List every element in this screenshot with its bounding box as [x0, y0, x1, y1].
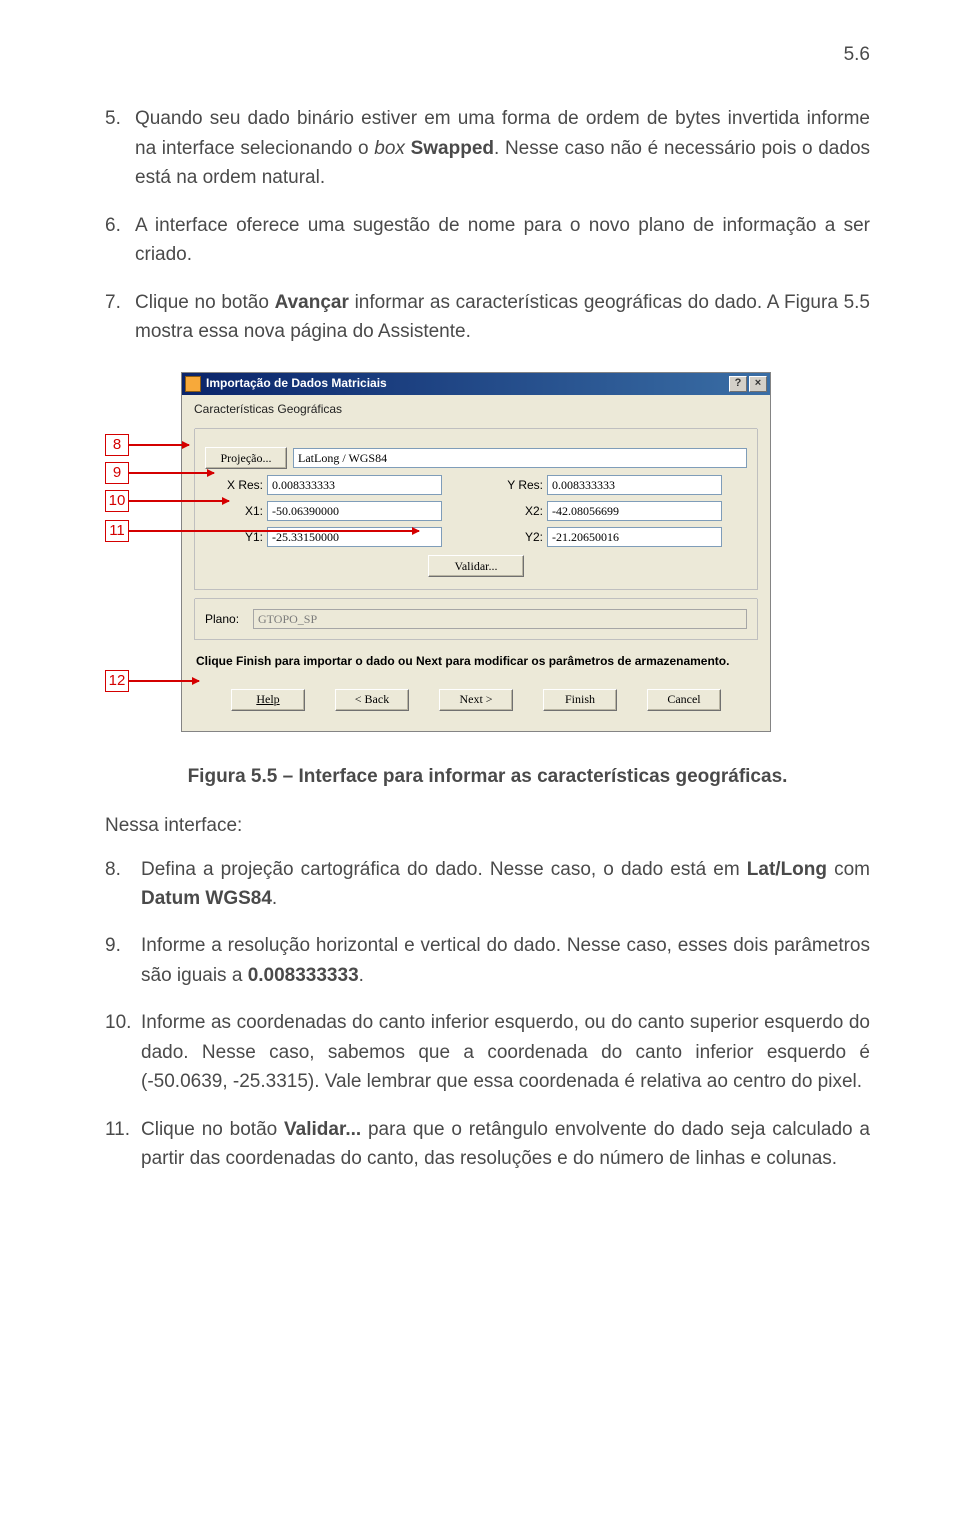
- groupbox-plano: Plano:: [194, 598, 758, 640]
- row-resolution: X Res: Y Res:: [205, 475, 747, 495]
- cancel-button[interactable]: Cancel: [647, 689, 721, 711]
- app-icon: [185, 376, 201, 392]
- xres-input[interactable]: [267, 475, 442, 495]
- dialog-importacao: Importação de Dados Matriciais ? × Carac…: [181, 372, 771, 732]
- projection-value[interactable]: [293, 448, 747, 468]
- list-item-6: 6. A interface oferece uma sugestão de n…: [105, 211, 870, 270]
- validar-button[interactable]: Validar...: [428, 555, 524, 577]
- item-number: 11.: [105, 1115, 141, 1174]
- item-number: 9.: [105, 931, 141, 990]
- x2-input[interactable]: [547, 501, 722, 521]
- row-projection: Projeção...: [205, 447, 747, 469]
- figure-5-5: Importação de Dados Matriciais ? × Carac…: [105, 372, 870, 732]
- item-text: A interface oferece uma sugestão de nome…: [135, 211, 870, 270]
- item-text: Defina a projeção cartográfica do dado. …: [141, 855, 870, 914]
- yres-input[interactable]: [547, 475, 722, 495]
- item-text: Clique no botão Validar... para que o re…: [141, 1115, 870, 1174]
- x1-label: X1:: [205, 502, 267, 521]
- y2-label: Y2:: [492, 528, 547, 547]
- dialog-subtitle: Características Geográficas: [182, 395, 770, 429]
- y1-input[interactable]: [267, 527, 442, 547]
- list-item-5: 5. Quando seu dado binário estiver em um…: [105, 104, 870, 192]
- dialog-title: Importação de Dados Matriciais: [206, 374, 387, 393]
- page-number: 5.6: [105, 40, 870, 69]
- projection-button[interactable]: Projeção...: [205, 447, 287, 469]
- ordered-list-top: 5. Quando seu dado binário estiver em um…: [105, 104, 870, 346]
- callout-8: 8: [105, 434, 189, 456]
- yres-label: Y Res:: [492, 476, 547, 495]
- xres-label: X Res:: [205, 476, 267, 495]
- titlebar: Importação de Dados Matriciais ? ×: [182, 373, 770, 395]
- item-number: 7.: [105, 288, 135, 347]
- groupbox-geo: Projeção... X Res: Y Res: X1:: [194, 428, 758, 590]
- item-number: 5.: [105, 104, 135, 192]
- row-y-coords: Y1: Y2:: [205, 527, 747, 547]
- plano-label: Plano:: [205, 610, 253, 629]
- list-item-7: 7. Clique no botão Avançar informar as c…: [105, 288, 870, 347]
- next-button[interactable]: Next >: [439, 689, 513, 711]
- y1-label: Y1:: [205, 528, 267, 547]
- plano-input: [253, 609, 747, 629]
- dialog-button-row: Help < Back Next > Finish Cancel: [194, 685, 758, 719]
- x2-label: X2:: [492, 502, 547, 521]
- item-number: 8.: [105, 855, 141, 914]
- item-text: Clique no botão Avançar informar as cara…: [135, 288, 870, 347]
- list-item-9: 9. Informe a resolução horizontal e vert…: [105, 931, 870, 990]
- figure-caption: Figura 5.5 – Interface para informar as …: [105, 762, 870, 791]
- item-number: 6.: [105, 211, 135, 270]
- row-x-coords: X1: X2:: [205, 501, 747, 521]
- finish-button[interactable]: Finish: [543, 689, 617, 711]
- help-titlebar-button[interactable]: ?: [729, 376, 747, 392]
- list-item-10: 10. Informe as coordenadas do canto infe…: [105, 1008, 870, 1096]
- dialog-instruction: Clique Finish para importar o dado ou Ne…: [194, 648, 758, 685]
- y2-input[interactable]: [547, 527, 722, 547]
- row-validar: Validar...: [205, 555, 747, 577]
- close-titlebar-button[interactable]: ×: [749, 376, 767, 392]
- help-button[interactable]: Help: [231, 689, 305, 711]
- item-text: Informe as coordenadas do canto inferior…: [141, 1008, 870, 1096]
- x1-input[interactable]: [267, 501, 442, 521]
- item-text: Informe a resolução horizontal e vertica…: [141, 931, 870, 990]
- back-button[interactable]: < Back: [335, 689, 409, 711]
- item-number: 10.: [105, 1008, 141, 1096]
- nessa-interface: Nessa interface:: [105, 811, 870, 840]
- list-item-8: 8. Defina a projeção cartográfica do dad…: [105, 855, 870, 914]
- list-item-11: 11. Clique no botão Validar... para que …: [105, 1115, 870, 1174]
- item-text: Quando seu dado binário estiver em uma f…: [135, 104, 870, 192]
- ordered-list-bottom: 8. Defina a projeção cartográfica do dad…: [105, 855, 870, 1174]
